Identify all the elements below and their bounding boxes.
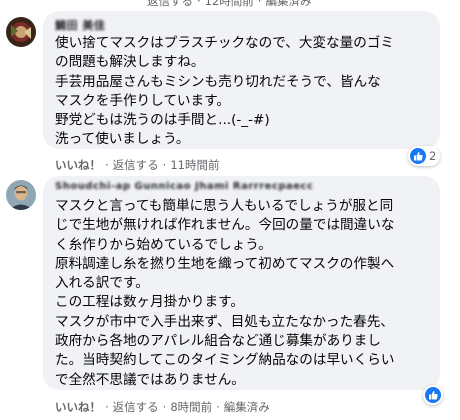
comment-author[interactable]: Shoudchi-ap Gunnicao Jhami Rarrrecpaecc [55, 181, 313, 192]
comment-line: 野党どもは洗うのは手間と...(-_-#) [55, 112, 270, 129]
comment-line: 洗って使いましょう。 [55, 131, 190, 148]
comment-text: マスクと言っても簡単に思う人もいるでしょうが服と同 じで生地が無ければ作れません… [55, 197, 394, 390]
edited-label: 編集済み [223, 400, 270, 414]
reply-link[interactable]: 返信する [113, 158, 159, 172]
comment-line: じで生地が無ければ作れません。今回の量では間違いな [55, 217, 395, 234]
timestamp[interactable]: 12時間前 [205, 0, 254, 8]
thumbs-up-icon [425, 387, 441, 403]
comment-line: く糸作りから始めているでしょう。 [55, 236, 272, 253]
comment-line: 原料調達し糸を撚り生地を織って初めてマスクの作製へ [55, 255, 395, 272]
avatar[interactable] [6, 17, 36, 47]
comment-line: 使い捨てマスクはプラスチックなので、大変な量のゴミ [55, 35, 395, 51]
reaction-summary[interactable]: 2 [408, 146, 441, 166]
comment-line: の問題も解決しますね。 [55, 54, 205, 71]
comment-line: で全然不思議ではありません。 [55, 371, 245, 388]
comment-line: マスクと言っても簡単に思う人もいるでしょうが服と同 [55, 198, 394, 214]
reaction-count: 2 [429, 149, 437, 163]
comment-line: 手芸用品屋さんもミシンも売り切れだそうで、皆んな [55, 73, 381, 90]
edited-label: 編集済み [265, 0, 312, 8]
comment-actions: いいね！ · 返信する · 11時間前 [55, 158, 220, 172]
like-link[interactable]: いいね！ [55, 400, 101, 414]
comment-line: 政府から各地のアパレル組合など通じ募集がありまし [55, 333, 381, 350]
reply-link[interactable]: 返信する [147, 0, 193, 8]
reaction-summary[interactable] [423, 385, 443, 405]
previous-comment-actions: 返信する · 12時間前 · 編集済み [147, 0, 311, 9]
like-link[interactable]: いいね！ [55, 158, 101, 172]
comment-line: マスクを手作りしています。 [55, 92, 230, 109]
timestamp[interactable]: 8時間前 [170, 400, 212, 414]
comment-line: この工程は数ヶ月掛かります。 [55, 294, 244, 311]
timestamp[interactable]: 11時間前 [170, 158, 219, 172]
comment-text: 使い捨てマスクはプラスチックなので、大変な量のゴミ の問題も解決しますね。 手芸… [55, 34, 394, 150]
comment-line: マスクが市中で入手出来ず、目処も立たなかった春先、 [55, 313, 394, 330]
comment-line: 入れる訳です。 [55, 275, 149, 292]
thumbs-up-icon [410, 148, 426, 164]
avatar[interactable] [6, 180, 36, 210]
reply-link[interactable]: 返信する [113, 400, 159, 414]
comment-author[interactable]: 鯛田 美佳 [55, 17, 105, 33]
comment-line: た。当時契約してこのタイミング納品なのは早いくらい [55, 352, 395, 369]
comment-actions: いいね！ · 返信する · 8時間前 · 編集済み [55, 400, 270, 414]
